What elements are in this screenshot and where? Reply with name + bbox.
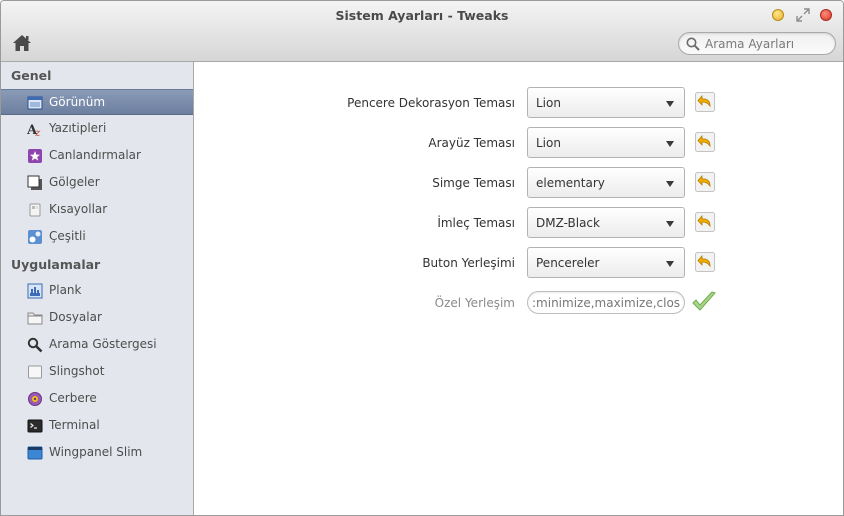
setting-label: Pencere Dekorasyon Teması bbox=[347, 96, 515, 110]
dropdown-arrow-icon bbox=[666, 261, 674, 267]
reset-icon[interactable] bbox=[695, 172, 715, 192]
home-button[interactable] bbox=[12, 34, 32, 52]
sidebar-category-genel: Genel bbox=[11, 68, 52, 83]
sidebar-item-label: Canlandırmalar bbox=[49, 148, 141, 162]
sidebar-item-label: Wingpanel Slim bbox=[49, 445, 143, 459]
maximize-button[interactable] bbox=[796, 8, 810, 22]
slingshot-icon bbox=[28, 365, 42, 379]
interface-theme-select[interactable]: Lion bbox=[527, 127, 685, 158]
minimize-button[interactable] bbox=[772, 9, 784, 21]
search-box[interactable] bbox=[678, 32, 836, 55]
combo-value: elementary bbox=[536, 176, 605, 190]
cerbere-icon bbox=[28, 392, 42, 406]
combo-value: Lion bbox=[536, 136, 561, 150]
plank-icon bbox=[27, 283, 43, 299]
setting-label: Buton Yerleşimi bbox=[422, 256, 515, 270]
sidebar-item-label: Görünüm bbox=[49, 95, 106, 109]
sidebar-item-dosyalar[interactable]: Dosyalar bbox=[1, 305, 193, 331]
sidebar-item-label: Kısayollar bbox=[49, 202, 108, 216]
combo-value: Pencereler bbox=[536, 256, 600, 270]
sidebar-item-label: Arama Göstergesi bbox=[49, 337, 157, 351]
window-title: Sistem Ayarları - Tweaks bbox=[335, 8, 509, 23]
sidebar-item-terminal[interactable]: Terminal bbox=[1, 413, 193, 439]
sidebar-item-slingshot[interactable]: Slingshot bbox=[1, 359, 193, 385]
combo-value: Lion bbox=[536, 96, 561, 110]
custom-layout-field[interactable] bbox=[527, 291, 685, 314]
sidebar-item-label: Cerbere bbox=[49, 391, 97, 405]
fonts-icon: A z bbox=[27, 123, 41, 137]
reset-icon[interactable] bbox=[695, 132, 715, 152]
appearance-icon bbox=[27, 96, 43, 110]
animations-icon bbox=[28, 149, 42, 163]
search-input[interactable] bbox=[705, 35, 830, 53]
window: Sistem Ayarları - Tweaks Genel bbox=[0, 0, 844, 516]
reset-icon[interactable] bbox=[695, 212, 715, 232]
header-bar: Sistem Ayarları - Tweaks bbox=[1, 1, 843, 62]
button-layout-select[interactable]: Pencereler bbox=[527, 247, 685, 278]
dropdown-arrow-icon bbox=[666, 181, 674, 187]
icon-theme-select[interactable]: elementary bbox=[527, 167, 685, 198]
setting-label: Özel Yerleşim bbox=[434, 296, 515, 310]
sidebar-item-plank[interactable]: Plank bbox=[1, 278, 193, 304]
sidebar-item-label: Slingshot bbox=[49, 364, 105, 378]
folder-icon bbox=[27, 312, 43, 325]
checkmark-icon[interactable] bbox=[691, 290, 717, 314]
settings-panel: Pencere Dekorasyon Teması Lion Arayüz Te… bbox=[195, 62, 843, 515]
sidebar-category-uygulamalar: Uygulamalar bbox=[11, 257, 101, 272]
close-button[interactable] bbox=[820, 9, 832, 21]
svg-text:z: z bbox=[34, 128, 41, 137]
combo-value: DMZ-Black bbox=[536, 216, 600, 230]
sidebar-item-golgeler[interactable]: Gölgeler bbox=[1, 170, 193, 196]
sidebar-item-cerbere[interactable]: Cerbere bbox=[1, 386, 193, 412]
reset-icon[interactable] bbox=[695, 252, 715, 272]
shortcuts-icon bbox=[29, 203, 41, 217]
maximize-icon bbox=[796, 8, 810, 22]
dropdown-arrow-icon bbox=[666, 101, 674, 107]
sidebar-item-wingpanel-slim[interactable]: Wingpanel Slim bbox=[1, 440, 193, 466]
dropdown-arrow-icon bbox=[666, 141, 674, 147]
sidebar-item-label: Yazıtipleri bbox=[49, 121, 107, 135]
sidebar-item-arama-gostergesi[interactable]: Arama Göstergesi bbox=[1, 332, 193, 358]
dropdown-arrow-icon bbox=[666, 221, 674, 227]
custom-layout-input[interactable] bbox=[532, 294, 680, 312]
sidebar: Genel Görünüm A z Yazıtipleri Canlandırm… bbox=[1, 62, 194, 515]
search-indicator-icon bbox=[27, 337, 43, 353]
search-icon bbox=[686, 37, 700, 51]
sidebar-item-label: Çeşitli bbox=[49, 229, 86, 243]
sidebar-item-label: Dosyalar bbox=[49, 310, 102, 324]
sidebar-item-kisayollar[interactable]: Kısayollar bbox=[1, 197, 193, 223]
home-icon bbox=[13, 35, 31, 51]
sidebar-item-label: Gölgeler bbox=[49, 175, 100, 189]
shadows-icon bbox=[27, 175, 42, 190]
setting-label: İmleç Teması bbox=[437, 216, 515, 230]
window-decoration-theme-select[interactable]: Lion bbox=[527, 87, 685, 118]
setting-label: Arayüz Teması bbox=[428, 136, 515, 150]
setting-label: Simge Teması bbox=[432, 176, 515, 190]
reset-icon[interactable] bbox=[695, 92, 715, 112]
terminal-icon bbox=[27, 419, 43, 433]
sidebar-item-label: Plank bbox=[49, 283, 82, 297]
sidebar-item-yazitipleri[interactable]: A z Yazıtipleri bbox=[1, 116, 193, 142]
wingpanel-icon bbox=[27, 446, 43, 460]
sidebar-item-cesitli[interactable]: Çeşitli bbox=[1, 224, 193, 250]
sidebar-item-label: Terminal bbox=[49, 418, 100, 432]
cursor-theme-select[interactable]: DMZ-Black bbox=[527, 207, 685, 238]
sidebar-item-canlandirmalar[interactable]: Canlandırmalar bbox=[1, 143, 193, 169]
misc-icon bbox=[28, 230, 42, 244]
sidebar-item-gorunum[interactable]: Görünüm bbox=[1, 89, 193, 115]
